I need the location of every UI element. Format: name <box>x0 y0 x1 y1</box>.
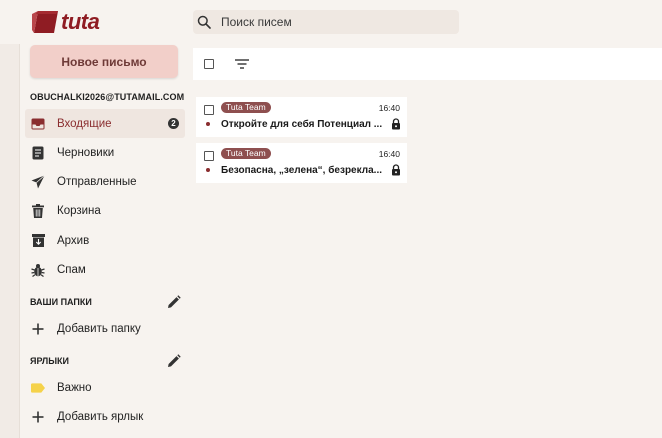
compose-button[interactable]: Новое письмо <box>30 45 178 78</box>
sidebar-item-label: Спам <box>57 263 86 276</box>
add-folder-label: Добавить папку <box>57 322 141 335</box>
sidebar-item-label: Архив <box>57 234 90 247</box>
trash-icon <box>31 203 45 218</box>
plus-icon <box>31 322 45 336</box>
mail-time: 16:40 <box>378 103 400 113</box>
plus-icon <box>31 410 45 424</box>
label-tag-icon <box>31 381 45 395</box>
mail-list-panel: Tuta Team 16:40 Откройте для себя Потенц… <box>193 44 662 438</box>
mail-select-checkbox[interactable] <box>204 105 214 115</box>
add-label-label: Добавить ярлык <box>57 410 144 423</box>
search-bar[interactable] <box>193 10 459 34</box>
mail-select-checkbox[interactable] <box>204 151 214 161</box>
edit-labels-pencil-icon[interactable] <box>167 354 181 368</box>
encrypted-lock-icon <box>392 164 400 176</box>
header: tuta <box>0 0 662 44</box>
edit-folders-pencil-icon[interactable] <box>167 295 181 309</box>
sidebar-item-label: Отправленные <box>57 175 137 188</box>
tuta-logo[interactable]: tuta <box>32 9 107 35</box>
sidebar-item-drafts[interactable]: Черновики <box>25 138 185 167</box>
sender-tag: Tuta Team <box>221 102 271 113</box>
sidebar-item-trash[interactable]: Корзина <box>25 196 185 225</box>
unread-indicator <box>206 168 210 172</box>
sidebar-item-sent[interactable]: Отправленные <box>25 167 185 196</box>
mail-app: tuta Новое письмо OBUCHALKI2026@TUTAMAIL… <box>0 0 662 438</box>
account-email: OBUCHALKI2026@TUTAMAIL.COM <box>30 92 185 102</box>
sidebar-item-inbox[interactable]: Входящие 2 <box>25 109 185 138</box>
search-icon <box>197 15 211 29</box>
unread-count-badge: 2 <box>168 118 179 129</box>
mail-list-item[interactable]: Tuta Team 16:40 Откройте для себя Потенц… <box>196 97 407 137</box>
tuta-logo-icon <box>32 11 58 33</box>
search-input[interactable] <box>221 15 441 29</box>
unread-indicator <box>206 122 210 126</box>
folders-section-title: ВАШИ ПАПКИ <box>30 297 92 307</box>
sidebar-item-archive[interactable]: Архив <box>25 226 185 255</box>
send-icon <box>31 174 45 189</box>
sidebar-item-label: Важно <box>57 381 92 394</box>
logo-text: tuta <box>61 9 100 34</box>
bug-icon <box>31 263 45 277</box>
mail-subject: Откройте для себя Потенциал ... <box>221 119 383 130</box>
labels-section-title: ЯРЛЫКИ <box>30 356 69 366</box>
sidebar-item-spam[interactable]: Спам <box>25 255 185 284</box>
sidebar-item-label: Черновики <box>57 146 115 159</box>
sidebar: Новое письмо OBUCHALKI2026@TUTAMAIL.COM … <box>20 44 190 438</box>
archive-icon <box>31 234 45 248</box>
mail-list-toolbar <box>193 48 662 80</box>
left-rail <box>0 44 20 438</box>
sender-tag: Tuta Team <box>221 148 271 159</box>
draft-icon <box>31 146 45 160</box>
add-label-button[interactable]: Добавить ярлык <box>25 402 185 431</box>
filter-icon[interactable] <box>234 58 250 70</box>
inbox-icon <box>31 117 45 131</box>
select-all-checkbox[interactable] <box>204 59 214 69</box>
sidebar-item-label: Корзина <box>57 204 101 217</box>
sidebar-label-important[interactable]: Важно <box>25 373 185 402</box>
encrypted-lock-icon <box>392 118 400 130</box>
mail-time: 16:40 <box>378 149 400 159</box>
mail-list-item[interactable]: Tuta Team 16:40 Безопасна, „зелена“, без… <box>196 143 407 183</box>
sidebar-item-label: Входящие <box>57 117 112 130</box>
mail-subject: Безопасна, „зелена“, безрекла... <box>221 165 382 176</box>
add-folder-button[interactable]: Добавить папку <box>25 314 185 343</box>
